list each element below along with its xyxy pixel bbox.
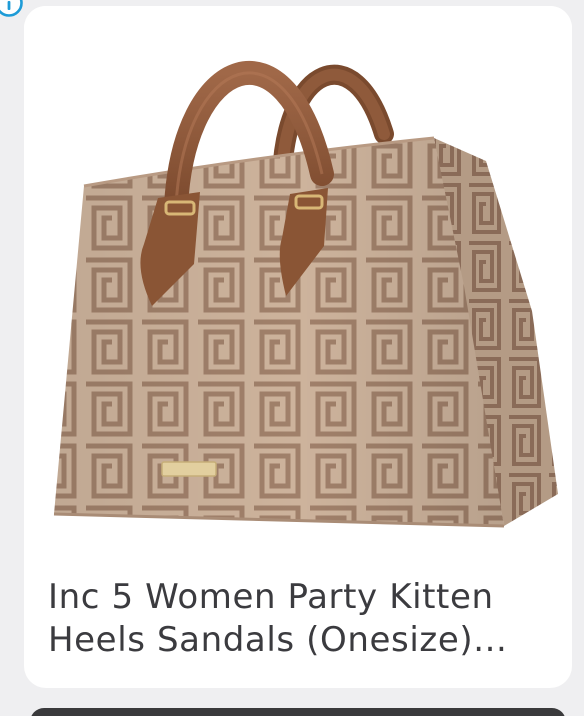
handbag-image bbox=[53, 61, 558, 528]
next-product-card[interactable] bbox=[30, 708, 566, 716]
product-feed: Inc 5 Women Party Kitten Heels Sandals (… bbox=[0, 0, 584, 716]
product-image[interactable] bbox=[24, 6, 572, 562]
product-title[interactable]: Inc 5 Women Party Kitten Heels Sandals (… bbox=[48, 576, 553, 662]
product-card[interactable]: Inc 5 Women Party Kitten Heels Sandals (… bbox=[24, 6, 572, 688]
info-icon[interactable] bbox=[0, 0, 24, 18]
